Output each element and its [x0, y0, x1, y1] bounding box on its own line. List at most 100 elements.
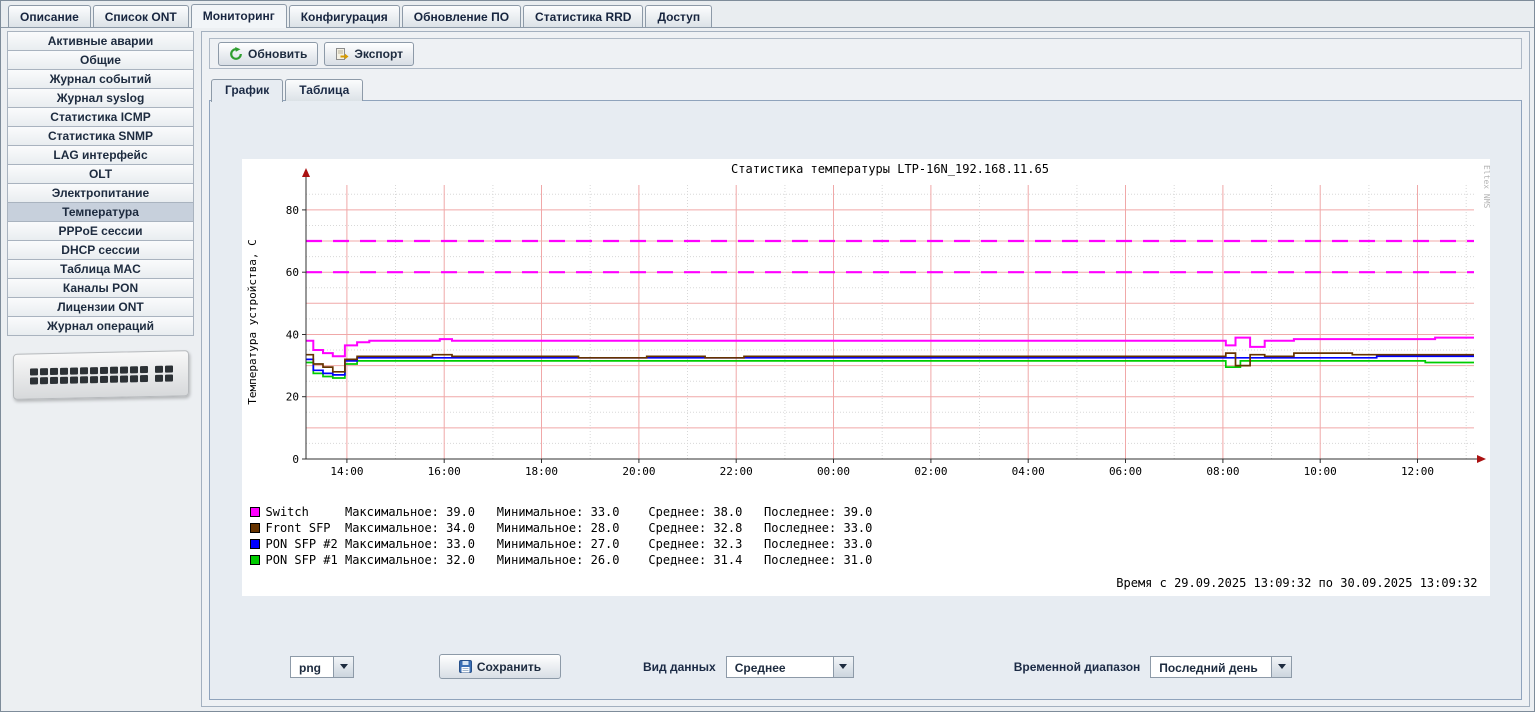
sidebar-list: Активные аварииОбщиеЖурнал событийЖурнал… — [7, 31, 194, 336]
legend-swatch — [250, 539, 260, 549]
svg-text:04:00: 04:00 — [1011, 465, 1044, 478]
legend-row-3: PON SFP #2 Максимальное: 33.0 Минимально… — [250, 536, 1490, 552]
svg-text:20:00: 20:00 — [622, 465, 655, 478]
legend-row-1: Switch Максимальное: 39.0 Минимальное: 3… — [250, 504, 1490, 520]
svg-text:Статистика температуры LTP-16N: Статистика температуры LTP-16N_192.168.1… — [731, 162, 1049, 176]
main-tab-5[interactable]: Обновление ПО — [402, 5, 521, 27]
svg-text:00:00: 00:00 — [816, 465, 849, 478]
chart-legend: Switch Максимальное: 39.0 Минимальное: 3… — [242, 498, 1490, 568]
sidebar-item-1[interactable]: Активные аварии — [7, 31, 194, 51]
sidebar-item-12[interactable]: DHCP сессии — [7, 240, 194, 260]
sidebar-item-9[interactable]: Электропитание — [7, 183, 194, 203]
port — [139, 375, 147, 382]
main-tab-6[interactable]: Статистика RRD — [523, 5, 643, 27]
view-tab-2[interactable]: Таблица — [285, 79, 363, 101]
main-tab-4[interactable]: Конфигурация — [289, 5, 400, 27]
time-range-select[interactable]: Последний день — [1150, 656, 1292, 678]
port — [99, 376, 107, 383]
sidebar-item-5[interactable]: Статистика ICMP — [7, 107, 194, 127]
legend-text: Switch Максимальное: 39.0 Минимальное: 3… — [266, 505, 873, 519]
sidebar-item-8[interactable]: OLT — [7, 164, 194, 184]
port — [39, 368, 47, 375]
port — [89, 376, 97, 383]
port — [119, 375, 127, 382]
port — [49, 377, 57, 384]
refresh-button[interactable]: Обновить — [218, 42, 318, 66]
svg-text:40: 40 — [285, 329, 298, 342]
main-tab-7[interactable]: Доступ — [645, 5, 712, 27]
legend-row-4: PON SFP #1 Максимальное: 32.0 Минимально… — [250, 552, 1490, 568]
data-view-dropdown-arrow[interactable] — [833, 657, 853, 677]
port — [69, 367, 77, 374]
sidebar-item-6[interactable]: Статистика SNMP — [7, 126, 194, 146]
image-format-select[interactable]: png — [290, 656, 354, 678]
time-range-value: Последний день — [1151, 657, 1271, 677]
time-range-label: Временной диапазон — [1014, 660, 1141, 674]
refresh-icon — [229, 47, 243, 61]
port — [29, 377, 37, 384]
export-button-label: Экспорт — [354, 47, 403, 61]
svg-text:08:00: 08:00 — [1206, 465, 1239, 478]
svg-text:10:00: 10:00 — [1303, 465, 1336, 478]
save-icon — [459, 660, 472, 673]
port — [154, 366, 162, 373]
svg-text:14:00: 14:00 — [330, 465, 363, 478]
sidebar-item-11[interactable]: PPPoE сессии — [7, 221, 194, 241]
main-tab-3[interactable]: Мониторинг — [191, 4, 287, 28]
main-tab-2[interactable]: Список ONT — [93, 5, 189, 27]
sidebar-item-15[interactable]: Лицензии ONT — [7, 297, 194, 317]
legend-text: PON SFP #2 Максимальное: 33.0 Минимально… — [266, 537, 873, 551]
port — [79, 376, 87, 383]
port — [49, 368, 57, 375]
sidebar-item-13[interactable]: Таблица MAC — [7, 259, 194, 279]
data-view-value: Среднее — [727, 657, 833, 677]
device-image — [13, 350, 189, 400]
port — [89, 367, 97, 374]
time-range-note: Время с 29.09.2025 13:09:32 по 30.09.202… — [242, 568, 1490, 592]
port — [29, 368, 37, 375]
sidebar-item-4[interactable]: Журнал syslog — [7, 88, 194, 108]
app-window: ОписаниеСписок ONTМониторингКонфигурация… — [0, 0, 1535, 712]
legend-swatch — [250, 555, 260, 565]
sidebar-item-16[interactable]: Журнал операций — [7, 316, 194, 336]
main-tab-1[interactable]: Описание — [8, 5, 91, 27]
sidebar-item-7[interactable]: LAG интерфейс — [7, 145, 194, 165]
legend-swatch — [250, 523, 260, 533]
sidebar-item-2[interactable]: Общие — [7, 50, 194, 70]
export-icon — [335, 47, 349, 61]
image-format-dropdown-arrow[interactable] — [333, 657, 353, 677]
svg-text:Eltex NMS: Eltex NMS — [1482, 165, 1490, 209]
time-range-dropdown-arrow[interactable] — [1271, 657, 1291, 677]
port — [109, 376, 117, 383]
chart-area: 02040608014:0016:0018:0020:0022:0000:000… — [242, 159, 1490, 596]
port — [129, 366, 137, 373]
data-view-label: Вид данных — [643, 660, 716, 674]
main-panel: Обновить Экспорт ГрафикТаб — [201, 31, 1530, 707]
svg-text:06:00: 06:00 — [1108, 465, 1141, 478]
view-tab-bar: ГрафикТаблица — [209, 79, 1522, 101]
port — [79, 367, 87, 374]
graph-panel: 02040608014:0016:0018:0020:0022:0000:000… — [209, 100, 1522, 700]
port — [69, 376, 77, 383]
view-tab-1[interactable]: График — [211, 79, 283, 102]
svg-text:Температура устройства, C: Температура устройства, C — [246, 239, 259, 405]
content-area: Активные аварииОбщиеЖурнал событийЖурнал… — [1, 28, 1534, 711]
sidebar-item-14[interactable]: Каналы PON — [7, 278, 194, 298]
save-button[interactable]: Сохранить — [439, 654, 561, 679]
sidebar-item-3[interactable]: Журнал событий — [7, 69, 194, 89]
data-view-select[interactable]: Среднее — [726, 656, 854, 678]
export-button[interactable]: Экспорт — [324, 42, 414, 66]
port — [139, 366, 147, 373]
chevron-down-icon — [1278, 664, 1286, 669]
legend-text: PON SFP #1 Максимальное: 32.0 Минимально… — [266, 553, 873, 567]
port — [59, 368, 67, 375]
port — [164, 366, 172, 373]
save-button-label: Сохранить — [477, 660, 541, 674]
device-uplink-ports — [154, 366, 172, 382]
sidebar-item-10[interactable]: Температура — [7, 202, 194, 222]
temperature-chart: 02040608014:0016:0018:0020:0022:0000:000… — [242, 159, 1490, 493]
svg-text:12:00: 12:00 — [1400, 465, 1433, 478]
image-format-value: png — [291, 657, 333, 677]
refresh-button-label: Обновить — [248, 47, 307, 61]
port — [119, 366, 127, 373]
